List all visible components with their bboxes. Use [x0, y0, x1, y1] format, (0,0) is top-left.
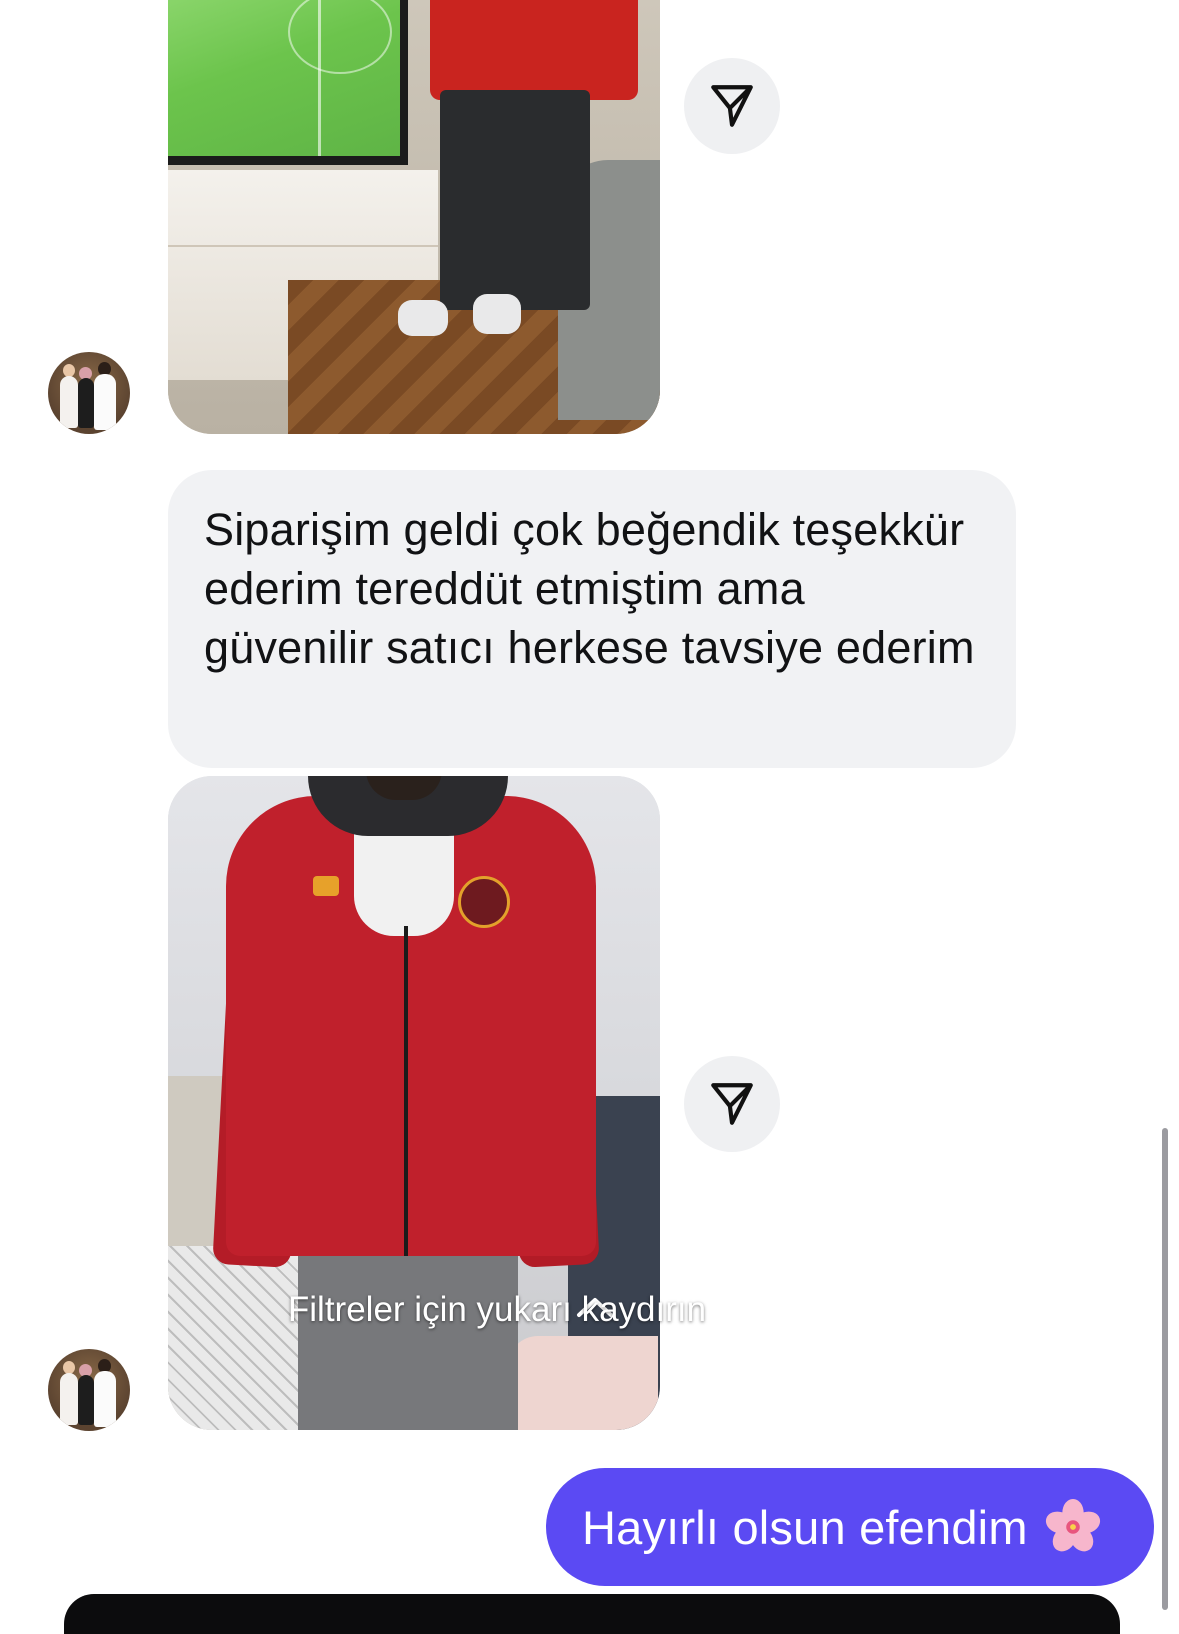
scrollbar[interactable] [1162, 1128, 1168, 1610]
grey-pants [298, 1256, 518, 1430]
sender-avatar[interactable] [48, 1349, 130, 1431]
incoming-message-text: Siparişim geldi çok beğendik teşekkür ed… [204, 504, 975, 673]
tv-stand-line [168, 245, 438, 247]
tv [168, 0, 408, 165]
outgoing-message-bubble[interactable]: Hayırlı olsun efendim [546, 1468, 1154, 1586]
cherry-blossom-icon [1045, 1498, 1100, 1552]
sock-right [473, 294, 521, 334]
sender-avatar[interactable] [48, 352, 130, 434]
dark-pants [440, 90, 590, 310]
outgoing-message-text: Hayırlı olsun efendim [582, 1500, 1028, 1554]
avatar-figure [78, 378, 94, 428]
paper-plane-icon [711, 85, 753, 127]
avatar-figure [60, 1373, 78, 1425]
sock-left [398, 300, 448, 336]
share-button[interactable] [684, 58, 780, 154]
pitch-circle [288, 0, 392, 74]
red-jacket [430, 0, 638, 100]
paper-plane-icon [711, 1083, 753, 1125]
tablecloth [168, 1246, 318, 1430]
photo-message-2[interactable] [168, 776, 660, 1430]
swipe-hint-text: Filtreler için yukarı kaydırın [287, 1290, 707, 1329]
avatar-figure [94, 1371, 116, 1427]
bottom-panel [64, 1594, 1120, 1634]
tv-screen [168, 0, 400, 156]
jacket-zipper [404, 926, 408, 1256]
club-badge [458, 876, 510, 928]
avatar-figure [78, 1375, 94, 1425]
brand-logo [313, 876, 339, 896]
avatar-figure [60, 376, 78, 428]
flower-pattern [508, 1336, 658, 1430]
incoming-message-bubble[interactable]: Siparişim geldi çok beğendik teşekkür ed… [168, 470, 1016, 768]
share-button[interactable] [684, 1056, 780, 1152]
photo-message-1[interactable] [168, 0, 660, 434]
avatar-figure [94, 374, 116, 430]
